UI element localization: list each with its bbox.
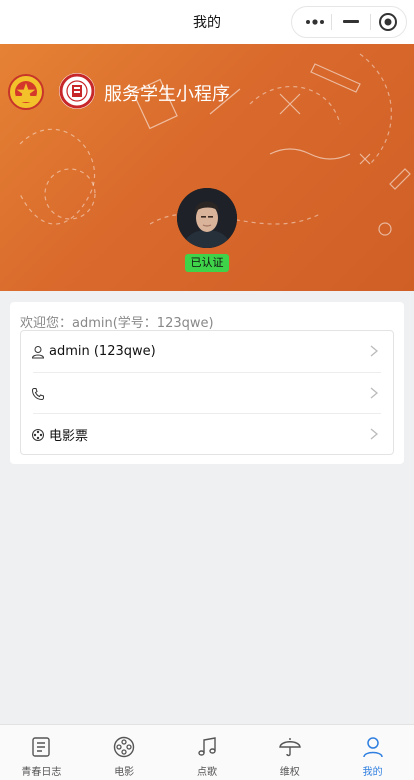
welcome-text: 欢迎您：admin(学号：123qwe) (20, 316, 214, 331)
verified-badge: 已认证 (185, 254, 229, 272)
avatar[interactable] (177, 188, 237, 248)
tab-label: 电影 (114, 767, 135, 778)
league-badge-icon (8, 74, 44, 110)
tab-label: 青春日志 (21, 767, 62, 778)
list-item-phone[interactable] (21, 373, 393, 414)
diary-icon (32, 737, 51, 757)
tab-diary[interactable]: 青春日志 (0, 725, 83, 780)
film-icon (31, 428, 45, 442)
chevron-right-icon (370, 428, 379, 440)
app-name: 服务学生小程序 (104, 84, 230, 105)
person-icon (362, 737, 383, 758)
chevron-right-icon (370, 345, 379, 357)
phone-icon (31, 387, 45, 401)
tab-label: 我的 (362, 767, 383, 778)
avatar-image (177, 188, 237, 248)
music-note-icon (198, 737, 216, 756)
profile-banner: 服务学生小程序 已认证 (0, 44, 414, 291)
close-button[interactable] (369, 7, 407, 37)
minimize-button[interactable] (332, 7, 370, 37)
target-icon (379, 13, 397, 31)
list-item-label: 电影票 (49, 429, 89, 444)
user-icon (31, 345, 45, 359)
tab-movie[interactable]: 电影 (83, 725, 166, 780)
nav-bar: 我的 (0, 0, 414, 44)
tab-rights[interactable]: 维权 (248, 725, 331, 780)
profile-card: 欢迎您：admin(学号：123qwe) admin (123qwe) 电影票 (10, 302, 404, 464)
university-emblem-icon (59, 73, 95, 109)
tab-mine[interactable]: 我的 (331, 725, 414, 780)
tab-bar: 青春日志 电影 点歌 维权 我的 (0, 724, 414, 780)
list-item-username[interactable]: admin (123qwe) (21, 331, 393, 372)
tab-label: 点歌 (196, 767, 217, 778)
tab-song-request[interactable]: 点歌 (166, 725, 249, 780)
list-item-label: admin (123qwe) (49, 344, 156, 359)
more-button[interactable] (296, 7, 334, 37)
mini-program-capsule (291, 6, 407, 38)
umbrella-icon (278, 738, 301, 757)
chevron-right-icon (370, 387, 379, 399)
minimize-icon (343, 20, 359, 23)
tab-label: 维权 (279, 767, 300, 778)
list-item-movie-ticket[interactable]: 电影票 (21, 414, 393, 455)
film-reel-icon (113, 736, 135, 758)
profile-list: admin (123qwe) 电影票 (20, 330, 394, 455)
more-dots-icon (306, 19, 324, 25)
